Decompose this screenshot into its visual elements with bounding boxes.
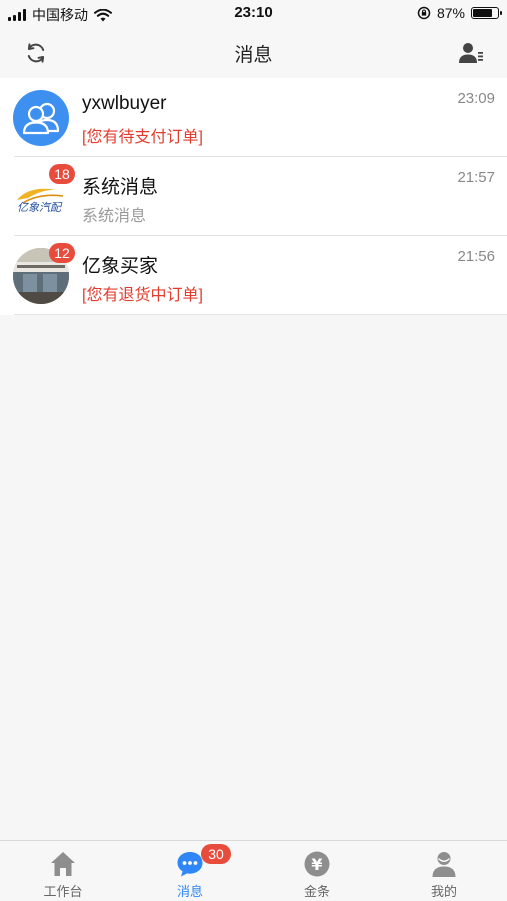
status-right: 87% [417,5,502,21]
contacts-icon [459,43,483,63]
avatar: 12 [13,243,75,304]
tab-messages[interactable]: 30 消息 [127,841,253,901]
yen-symbol: ¥ [311,855,322,874]
rotation-lock-icon [417,6,431,20]
tab-gold-bar[interactable]: ¥ 金条 [254,841,380,901]
conversation-time: 21:57 [457,169,495,186]
conversation-name: 亿象买家 [82,256,159,277]
yen-coin-icon: ¥ [304,851,330,877]
tab-bar: 工作台 30 消息 ¥ 金条 我的 [0,840,507,900]
tab-label: 我的 [430,884,457,899]
conversation-preview: [您有退货中订单] [82,287,203,304]
chat-bubble-icon [177,852,203,877]
conversation-name: yxwlbuyer [82,93,167,114]
status-bar: 中国移动 23:10 87% [0,0,507,28]
avatar [13,90,69,146]
conversation-time: 21:56 [457,248,495,265]
tab-label: 金条 [303,884,330,899]
home-icon [51,852,75,876]
battery-percent: 87% [436,5,465,21]
tab-badge: 30 [201,844,231,864]
conversation-time: 23:09 [457,90,495,107]
avatar: 亿象汽配 18 [13,164,75,225]
tab-label: 工作台 [43,884,83,899]
battery-icon [471,7,502,19]
nav-bar: 消息 [0,28,507,78]
page-title: 消息 [234,45,273,66]
unread-badge: 12 [49,243,75,263]
person-icon [432,852,456,877]
conversation-row[interactable]: yxwlbuyer 23:09 [您有待支付订单] [0,78,507,157]
unread-badge: 18 [49,164,75,184]
brand-logo-text: 亿象汽配 [17,201,63,214]
conversation-name: 系统消息 [82,177,159,198]
tab-label: 消息 [176,884,203,899]
divider [14,314,507,315]
conversation-preview: [您有待支付订单] [82,129,203,146]
contacts-button[interactable] [455,38,487,68]
tab-me[interactable]: 我的 [381,841,507,901]
tab-workbench[interactable]: 工作台 [0,841,126,901]
default-user-avatar [13,90,69,146]
conversation-list: yxwlbuyer 23:09 [您有待支付订单] 亿象汽配 18 系统消息 2… [0,78,507,315]
conversation-row[interactable]: 12 亿象买家 21:56 [您有退货中订单] [0,236,507,315]
conversation-row[interactable]: 亿象汽配 18 系统消息 21:57 系统消息 [0,157,507,236]
user-group-icon [22,102,60,135]
conversation-preview: 系统消息 [82,208,147,225]
